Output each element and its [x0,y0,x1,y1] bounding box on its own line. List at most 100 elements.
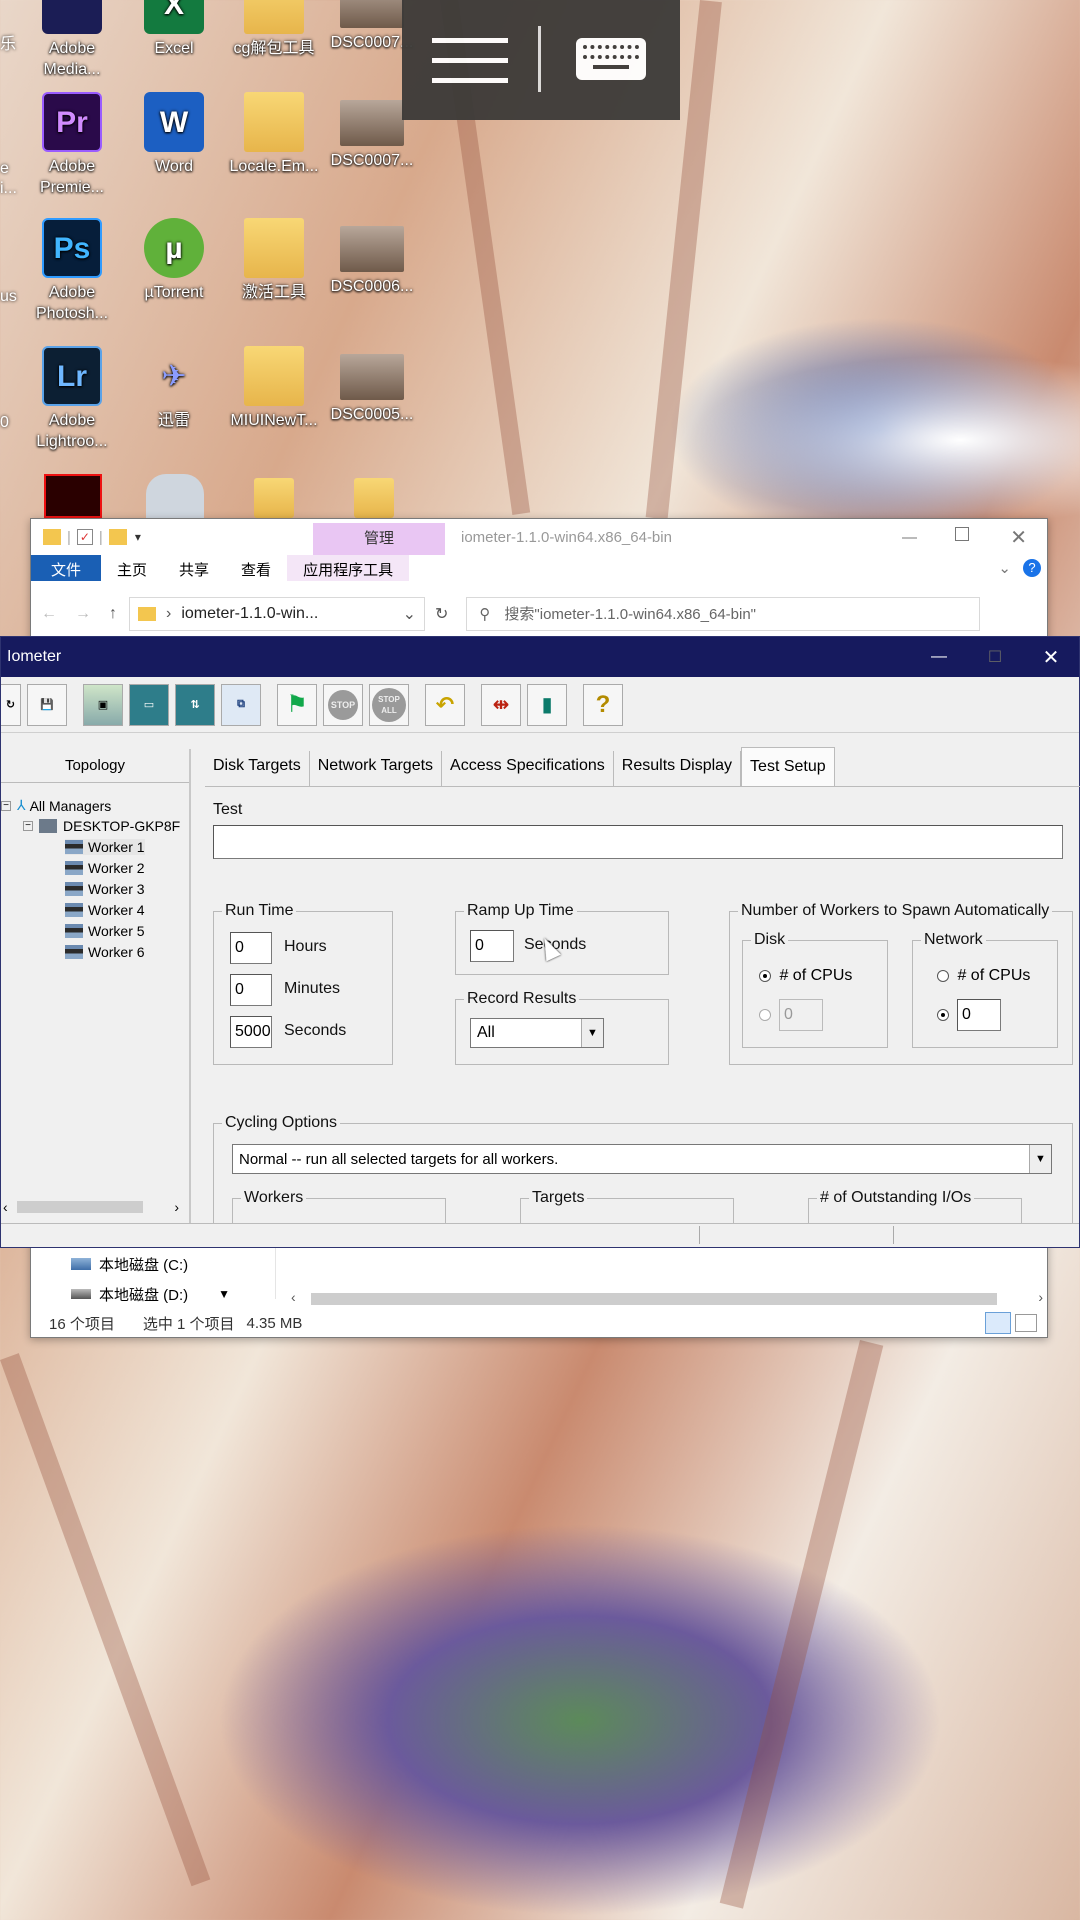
stop-icon[interactable]: STOP [323,683,363,726]
tab-access-specifications[interactable]: Access Specifications [442,751,614,786]
stop-all-icon[interactable]: STOP ALL [369,683,409,726]
tree-manager[interactable]: − DESKTOP-GKP8F [23,818,180,834]
tab-test-setup[interactable]: Test Setup [741,747,835,786]
desktop-icon-photoshop[interactable]: Ps Adobe Photosh... [22,218,122,324]
tree-collapse-icon[interactable]: − [1,800,11,811]
tab-share[interactable]: 共享 [163,555,225,581]
large-icons-view-icon[interactable] [1015,1314,1037,1332]
forward-arrow-icon[interactable]: → [75,605,91,623]
tab-home[interactable]: 主页 [101,555,163,581]
maximize-icon[interactable] [955,527,969,541]
topology-scrollbar[interactable]: ‹ › [1,1197,185,1217]
tree-worker[interactable]: Worker 1 [65,839,145,855]
details-view-icon[interactable] [985,1312,1011,1334]
seconds-input[interactable]: 5000 [230,1016,272,1048]
tree-worker[interactable]: Worker 4 [65,902,145,918]
desktop-icon-cg-tool[interactable]: cg解包工具 [224,0,324,59]
record-results-select[interactable]: All ▼ [470,1018,604,1048]
desktop-icon-miui[interactable]: MIUINewT... [224,346,324,431]
dropdown-arrow-icon[interactable]: ▾ [135,530,141,544]
network-cpus-radio[interactable]: # of CPUs [937,967,1030,985]
network-count-input[interactable]: 0 [957,999,1001,1031]
properties-check-icon[interactable]: ✓ [76,529,93,545]
tab-disk-targets[interactable]: Disk Targets [205,751,310,786]
desktop-icon-lightroom[interactable]: Lr Adobe Lightroo... [22,346,122,452]
reset-workers-icon[interactable]: ↶ [425,683,465,726]
ramp-up-input[interactable]: 0 [470,930,514,962]
network-link-icon[interactable]: ⇹ [481,683,521,726]
scroll-left-arrow-icon[interactable]: ‹ [291,1289,296,1305]
desktop-icon-word[interactable]: W Word [124,92,224,177]
folder-icon[interactable] [354,478,394,518]
minutes-input[interactable]: 0 [230,974,272,1006]
scroll-left-arrow-icon[interactable]: ‹ [3,1199,8,1215]
tab-file[interactable]: 文件 [31,555,102,581]
disk-count-input[interactable]: 0 [779,999,823,1031]
horizontal-scrollbar[interactable]: ‹ › [287,1289,1047,1307]
quick-access-icon[interactable] [43,529,61,545]
tree-root[interactable]: − ⅄ All Managers [1,797,111,814]
desktop-icon-photo[interactable]: DSC0006... [322,218,422,297]
maximize-icon[interactable]: ☐ [967,647,1023,667]
tree-worker[interactable]: Worker 6 [65,944,145,960]
duplicate-worker-icon[interactable]: ⧉ [221,683,261,726]
hours-input[interactable]: 0 [230,932,272,964]
address-bar[interactable]: › iometer-1.1.0-win... ⌄ [129,596,425,631]
network-count-radio[interactable] [937,1009,949,1021]
disk-utility-icon[interactable] [146,474,204,518]
scroll-thumb[interactable] [17,1201,143,1213]
desktop-icon-photo[interactable]: DSC0005... [322,346,422,425]
scroll-thumb[interactable] [311,1293,997,1305]
tree-worker[interactable]: Worker 3 [65,881,145,897]
desktop-icon-xunlei[interactable]: ✈ 迅雷 [124,346,224,431]
tree-worker[interactable]: Worker 2 [65,860,145,876]
disk-cpus-radio[interactable]: # of CPUs [759,967,852,985]
desktop-icon-excel[interactable]: X Excel [124,0,224,59]
dropdown-arrow-icon[interactable]: ▼ [1029,1145,1051,1173]
new-folder-icon[interactable] [108,529,127,545]
desktop-icon-premiere[interactable]: Pr Adobe Premie... [22,92,122,198]
dropdown-arrow-icon[interactable]: ▼ [581,1019,603,1047]
keyboard-icon[interactable] [576,38,646,80]
tab-view[interactable]: 查看 [225,555,287,581]
scroll-down-arrow-icon[interactable]: ▼ [218,1287,230,1301]
exit-door-icon[interactable]: ▮ [527,683,567,726]
tab-results-display[interactable]: Results Display [614,751,742,786]
tree-collapse-icon[interactable]: − [23,821,33,831]
help-icon[interactable]: ? [583,683,623,726]
desktop-icon-adobe-media[interactable]: Adobe Media... [22,0,122,80]
tab-network-targets[interactable]: Network Targets [310,751,443,786]
back-arrow-icon[interactable]: ← [41,605,57,623]
up-arrow-icon[interactable]: ↑ [109,605,117,623]
refresh-icon[interactable]: ↻ [435,604,448,624]
test-name-input[interactable] [213,825,1063,859]
drive-item-d[interactable]: 本地磁盘 (D:) ▼ [31,1279,275,1309]
ribbon-expand-icon[interactable]: ⌄ [992,555,1017,581]
desktop-icon-locale[interactable]: Locale.Em... [224,92,324,177]
address-dropdown-icon[interactable]: ⌄ [403,604,416,624]
cycling-options-select[interactable]: Normal -- run all selected targets for a… [232,1144,1052,1174]
start-tests-flag-icon[interactable]: ⚑ [277,683,317,726]
start-display-icon[interactable]: ▣ [83,683,123,726]
search-box[interactable]: ⚲ 搜索"iometer-1.1.0-win64.x86_64-bin" [466,596,981,631]
open-config-icon[interactable]: ↻ [1,683,21,726]
scroll-right-arrow-icon[interactable]: › [174,1199,179,1215]
tree-worker[interactable]: Worker 5 [65,923,145,939]
menu-icon[interactable] [432,38,508,86]
minimize-icon[interactable]: — [902,529,917,546]
scroll-right-arrow-icon[interactable]: › [1038,1289,1043,1305]
new-disk-worker-icon[interactable]: ▭ [129,683,169,726]
desktop-icon-utorrent[interactable]: µ µTorrent [124,218,224,303]
close-icon[interactable]: ✕ [1010,525,1027,550]
close-icon[interactable]: ✕ [1023,645,1079,670]
new-network-worker-icon[interactable]: ⇅ [175,683,215,726]
manage-tab[interactable]: 管理 [313,523,445,555]
tab-app-tools[interactable]: 应用程序工具 [287,555,410,581]
save-config-icon[interactable]: 💾 [27,683,67,726]
minimize-icon[interactable]: — [911,648,967,666]
folder-icon[interactable] [254,478,294,518]
drive-item-c[interactable]: 本地磁盘 (C:) [31,1249,275,1279]
acrobat-icon[interactable] [44,474,102,518]
desktop-icon-activation[interactable]: 激活工具 [224,218,324,303]
disk-count-radio[interactable] [759,1009,771,1021]
